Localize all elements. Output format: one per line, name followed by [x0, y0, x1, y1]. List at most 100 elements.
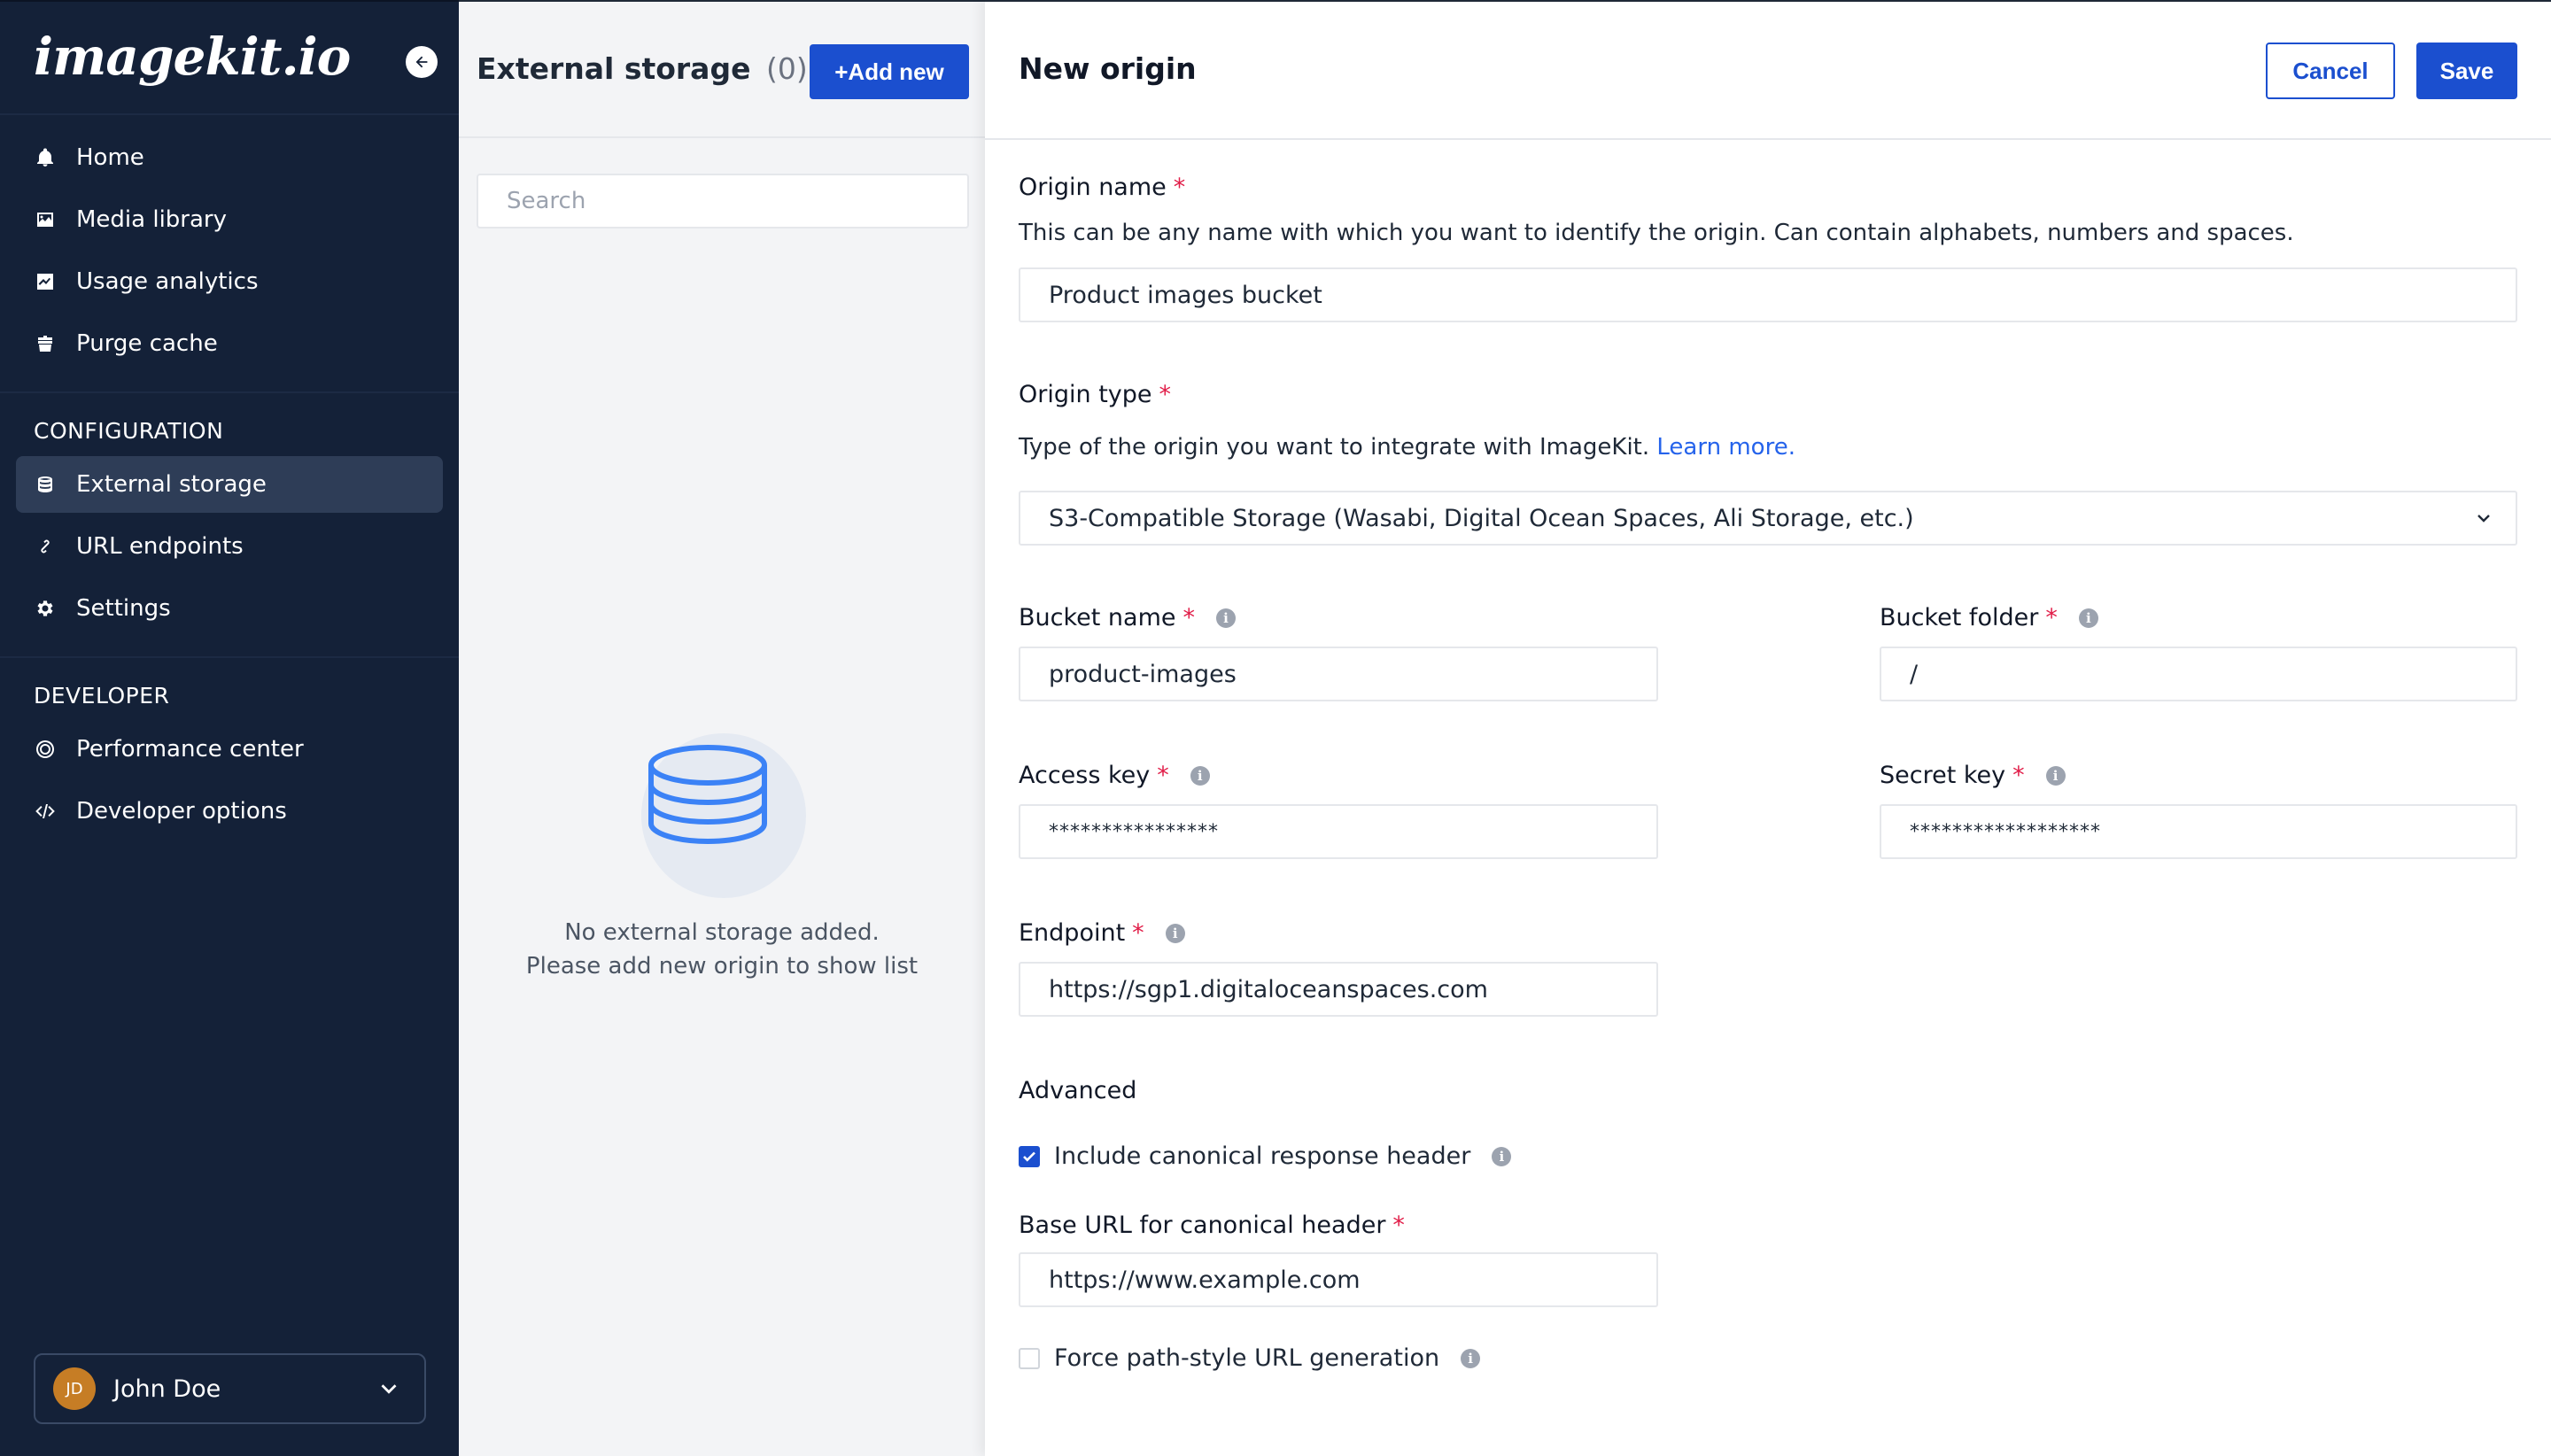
base-url-input[interactable]: https://www.example.com: [1019, 1252, 1658, 1307]
bucket-folder-label-text: Bucket folder: [1880, 604, 2039, 631]
sidebar-item-home[interactable]: Home: [16, 129, 443, 186]
info-icon[interactable]: i: [1492, 1146, 1512, 1166]
access-key-input[interactable]: ****************: [1019, 804, 1658, 859]
empty-storage-illustration: [641, 733, 806, 898]
sidebar-item-url-endpoints[interactable]: URL endpoints: [16, 518, 443, 575]
bucket-name-input[interactable]: product-images: [1019, 647, 1658, 701]
page-title-text: External storage: [477, 51, 751, 86]
required-marker: *: [1159, 381, 1172, 408]
origin-type-select[interactable]: S3-Compatible Storage (Wasabi, Digital O…: [1019, 491, 2517, 546]
learn-more-link[interactable]: Learn more.: [1656, 434, 1795, 461]
analytics-icon: [34, 270, 57, 293]
sidebar-item-media-library[interactable]: Media library: [16, 191, 443, 248]
force-path-style-checkbox[interactable]: [1019, 1347, 1040, 1369]
database-icon: [648, 745, 767, 845]
sidebar-item-purge-cache[interactable]: Purge cache: [16, 315, 443, 372]
sidebar-item-label: Usage analytics: [76, 268, 259, 295]
search-input[interactable]: [477, 174, 969, 228]
required-marker: *: [2012, 762, 2025, 789]
nav-configuration: CONFIGURATION External storage URL endpo…: [0, 393, 459, 658]
info-icon[interactable]: i: [1461, 1348, 1481, 1368]
code-icon: [34, 800, 57, 823]
bucket-name-label-text: Bucket name: [1019, 604, 1176, 631]
origin-name-input[interactable]: Product images bucket: [1019, 267, 2517, 322]
force-path-style-option: Force path-style URL generation i: [1019, 1344, 1481, 1372]
avatar: JD: [53, 1367, 96, 1410]
sidebar-item-label: Purge cache: [76, 330, 218, 357]
endpoint-input[interactable]: https://sgp1.digitaloceanspaces.com: [1019, 962, 1658, 1017]
required-marker: *: [1132, 919, 1144, 947]
canonical-header-label: Include canonical response header: [1054, 1142, 1471, 1170]
link-icon: [34, 535, 57, 558]
sidebar: imagekit.io Home Media library Usage ana…: [0, 0, 459, 1456]
arrow-left-icon: [415, 56, 428, 68]
storage-list-header: External storage (0) +Add new: [459, 2, 985, 138]
logo-row: imagekit.io: [0, 2, 459, 115]
info-icon[interactable]: i: [2045, 765, 2066, 786]
performance-icon: [34, 738, 57, 761]
secret-key-input[interactable]: ******************: [1880, 804, 2517, 859]
purge-icon: [34, 332, 57, 355]
origin-name-description: This can be any name with which you want…: [1019, 220, 2294, 246]
advanced-section-title: Advanced: [1019, 1077, 1137, 1104]
sidebar-item-performance-center[interactable]: Performance center: [16, 721, 443, 778]
origin-name-label: Origin name *: [1019, 174, 1185, 201]
sidebar-item-label: URL endpoints: [76, 533, 244, 560]
collapse-sidebar-button[interactable]: [406, 46, 438, 78]
new-origin-panel: New origin Cancel Save Origin name * This…: [985, 0, 2551, 1456]
origin-type-selected-value: S3-Compatible Storage (Wasabi, Digital O…: [1049, 504, 1914, 532]
checkmark-icon: [1023, 1151, 1035, 1162]
sidebar-item-label: External storage: [76, 471, 267, 498]
required-marker: *: [1157, 762, 1169, 789]
save-button[interactable]: Save: [2416, 43, 2517, 99]
storage-icon: [34, 473, 57, 496]
info-icon[interactable]: i: [1165, 923, 1185, 943]
logo[interactable]: imagekit.io: [34, 27, 351, 87]
required-marker: *: [1182, 604, 1196, 631]
user-menu[interactable]: JD John Doe: [34, 1353, 426, 1424]
origin-type-label: Origin type *: [1019, 381, 1171, 408]
required-marker: *: [1392, 1212, 1405, 1239]
base-url-label-text: Base URL for canonical header: [1019, 1212, 1386, 1239]
section-title-configuration: CONFIGURATION: [34, 418, 224, 444]
sidebar-item-label: Performance center: [76, 736, 304, 763]
new-origin-header: New origin Cancel Save: [985, 2, 2551, 140]
storage-count: (0): [765, 51, 808, 86]
info-icon[interactable]: i: [1216, 608, 1237, 628]
gear-icon: [34, 597, 57, 620]
sidebar-item-label: Home: [76, 144, 144, 171]
secret-key-label-text: Secret key: [1880, 762, 2006, 789]
endpoint-label: Endpoint * i: [1019, 919, 1185, 947]
sidebar-item-settings[interactable]: Settings: [16, 580, 443, 637]
sidebar-item-developer-options[interactable]: Developer options: [16, 783, 443, 840]
nav-developer: DEVELOPER Performance center Developer o…: [0, 658, 459, 859]
info-icon[interactable]: i: [1190, 765, 1210, 786]
sidebar-item-external-storage[interactable]: External storage: [16, 456, 443, 513]
required-marker: *: [1173, 174, 1186, 201]
required-marker: *: [2045, 604, 2058, 631]
base-url-label: Base URL for canonical header *: [1019, 1212, 1405, 1239]
origin-name-label-text: Origin name: [1019, 174, 1167, 201]
secret-key-label: Secret key * i: [1880, 762, 2066, 789]
nav-main: Home Media library Usage analytics Purge…: [0, 115, 459, 393]
empty-state-message: No external storage added. Please add ne…: [459, 916, 985, 983]
bucket-name-label: Bucket name * i: [1019, 604, 1237, 631]
sidebar-item-usage-analytics[interactable]: Usage analytics: [16, 253, 443, 310]
empty-state-line-1: No external storage added.: [564, 919, 880, 946]
empty-state-line-2: Please add new origin to show list: [525, 953, 919, 980]
chevron-down-icon: [381, 1384, 397, 1394]
page-title: External storage (0): [477, 51, 808, 86]
sidebar-item-label: Developer options: [76, 798, 287, 825]
origin-type-description-text: Type of the origin you want to integrate…: [1019, 434, 1650, 461]
bucket-folder-input[interactable]: /: [1880, 647, 2517, 701]
add-new-button[interactable]: +Add new: [810, 44, 969, 99]
origin-type-label-text: Origin type: [1019, 381, 1152, 408]
chevron-down-icon: [2477, 515, 2490, 523]
endpoint-label-text: Endpoint: [1019, 919, 1126, 947]
canonical-header-checkbox[interactable]: [1019, 1145, 1040, 1167]
cancel-button[interactable]: Cancel: [2266, 43, 2395, 99]
origin-type-description: Type of the origin you want to integrate…: [1019, 434, 1795, 461]
info-icon[interactable]: i: [2078, 608, 2098, 628]
sidebar-item-label: Settings: [76, 595, 171, 622]
force-path-style-label: Force path-style URL generation: [1054, 1344, 1440, 1372]
